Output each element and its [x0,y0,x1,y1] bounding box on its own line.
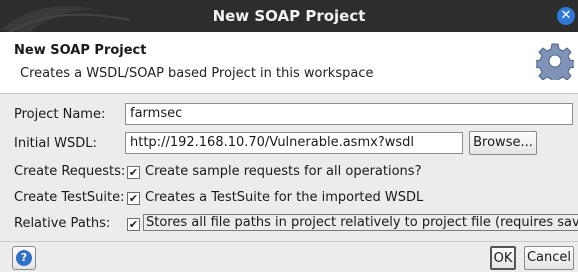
create-requests-checkbox[interactable]: ✔ [127,166,140,179]
dialog-footer: ? OK Cancel [0,241,578,272]
browse-button[interactable]: Browse... [469,131,537,155]
window-titlebar: New SOAP Project ✕ [0,0,578,32]
close-icon[interactable]: ✕ [557,7,575,25]
relative-paths-text: Stores all file paths in project relativ… [143,214,578,231]
create-requests-label: Create Requests: [14,164,126,179]
help-button[interactable]: ? [12,246,36,270]
relative-paths-label: Relative Paths: [14,216,111,231]
initial-wsdl-input[interactable]: http://192.168.10.70/Vulnerable.asmx?wsd… [125,132,463,154]
create-testsuite-text: Creates a TestSuite for the imported WSD… [145,190,424,205]
window-title: New SOAP Project [212,7,366,25]
dialog-header: New SOAP Project Creates a WSDL/SOAP bas… [0,32,578,94]
initial-wsdl-label: Initial WSDL: [14,136,97,151]
help-icon: ? [16,250,32,266]
gear-icon [536,43,574,80]
create-requests-text: Create sample requests for all operation… [145,164,422,179]
create-testsuite-checkbox[interactable]: ✔ [127,192,140,205]
project-name-input[interactable]: farmsec [125,103,573,125]
relative-paths-checkbox[interactable]: ✔ [127,218,140,231]
project-name-label: Project Name: [14,107,106,122]
ok-button[interactable]: OK [490,246,516,270]
header-subtitle: Creates a WSDL/SOAP based Project in thi… [20,66,374,81]
create-testsuite-label: Create TestSuite: [14,190,125,205]
header-title: New SOAP Project [14,43,147,58]
cancel-button[interactable]: Cancel [524,246,574,270]
